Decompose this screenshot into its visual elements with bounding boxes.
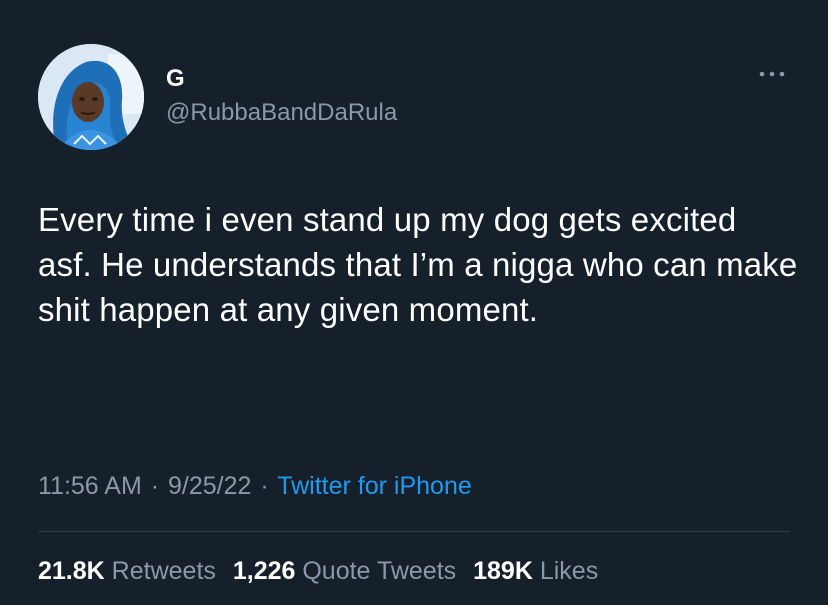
retweets-stat[interactable]: 21.8K Retweets <box>38 557 223 585</box>
likes-count: 189K <box>473 557 533 585</box>
tweet-card: G @RubbaBandDaRula Every time i even sta… <box>0 0 828 605</box>
meta-separator: · <box>150 472 160 500</box>
retweets-label: Retweets <box>111 557 216 585</box>
display-name[interactable]: G <box>166 64 397 94</box>
user-handle[interactable]: @RubbaBandDaRula <box>166 98 397 128</box>
divider <box>38 531 790 532</box>
quote-tweets-count: 1,226 <box>232 557 296 585</box>
tweet-time[interactable]: 11:56 AM <box>38 472 142 500</box>
tweet-source-link[interactable]: Twitter for iPhone <box>277 472 472 500</box>
tweet-text: Every time i even stand up my dog gets e… <box>38 201 798 328</box>
retweets-count: 21.8K <box>38 557 105 585</box>
user-info[interactable]: G @RubbaBandDaRula <box>166 64 397 128</box>
likes-stat[interactable]: 189K Likes <box>473 557 598 585</box>
quote-tweets-stat[interactable]: 1,226 Quote Tweets <box>233 557 463 585</box>
likes-label: Likes <box>539 557 599 585</box>
tweet-metadata: 11:56 AM · 9/25/22 · Twitter for iPhone <box>38 470 472 502</box>
more-horizontal-icon[interactable] <box>756 64 788 84</box>
engagement-stats: 21.8K Retweets 1,226 Quote Tweets 189K L… <box>38 555 608 587</box>
avatar[interactable] <box>38 44 144 150</box>
meta-separator: · <box>260 472 269 500</box>
avatar-image <box>38 44 144 150</box>
tweet-date[interactable]: 9/25/22 <box>168 472 251 500</box>
quote-tweets-label: Quote Tweets <box>302 557 457 585</box>
